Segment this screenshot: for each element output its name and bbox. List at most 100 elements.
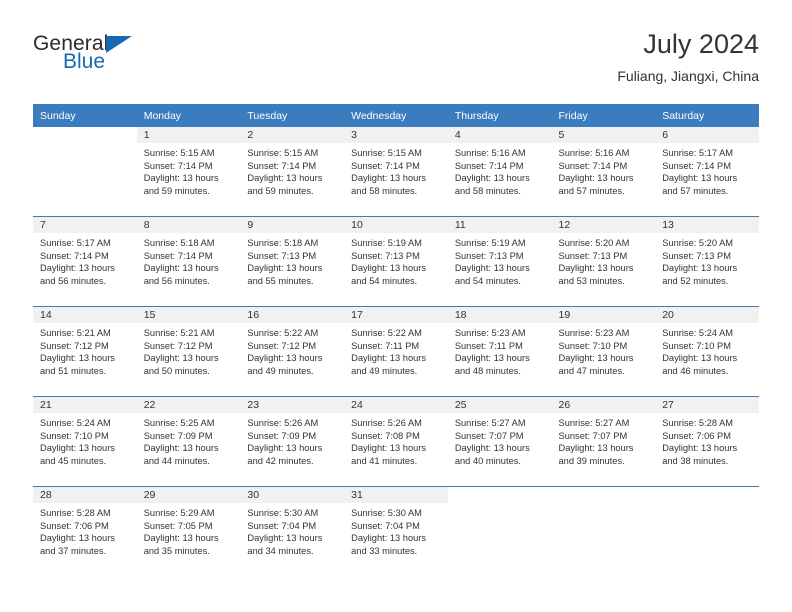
sunset-text: Sunset: 7:13 PM bbox=[247, 250, 317, 261]
calendar-day-cell[interactable]: 30 Sunrise: 5:30 AM Sunset: 7:04 PM Dayligh… bbox=[240, 486, 345, 576]
calendar-day-cell[interactable]: 11 Sunrise: 5:19 AM Sunset: 7:13 PM Dayligh… bbox=[447, 216, 552, 307]
calendar-day-cell[interactable]: 14 Sunrise: 5:21 AM Sunset: 7:12 PM Dayligh… bbox=[33, 306, 137, 397]
day-number: 7 bbox=[33, 217, 137, 233]
sunrise-text: Sunrise: 5:15 AM bbox=[351, 148, 422, 158]
day-details: Sunrise: 5:24 AM Sunset: 7:10 PM Daylight:… bbox=[655, 323, 759, 377]
day-number: 14 bbox=[33, 307, 137, 323]
day-number: 3 bbox=[344, 127, 448, 143]
day-number bbox=[551, 487, 656, 503]
calendar-day-cell[interactable]: 26 Sunrise: 5:27 AM Sunset: 7:07 PM Dayligh… bbox=[551, 396, 656, 487]
weekday-header-thursday: Thursday bbox=[447, 104, 552, 127]
daylight-text-line2: and 37 minutes. bbox=[40, 545, 107, 556]
logo-text-blue: Blue bbox=[63, 50, 106, 73]
sunrise-text: Sunrise: 5:22 AM bbox=[351, 328, 422, 338]
calendar-day-cell[interactable]: 4 Sunrise: 5:16 AM Sunset: 7:14 PM Daylight… bbox=[447, 127, 552, 217]
daylight-text-line2: and 44 minutes. bbox=[143, 455, 210, 466]
calendar-day-cell[interactable]: 16 Sunrise: 5:22 AM Sunset: 7:12 PM Dayligh… bbox=[240, 306, 345, 397]
daylight-text-line1: Daylight: 13 hours bbox=[247, 263, 323, 274]
day-number: 5 bbox=[551, 127, 656, 143]
page-title: July 2024 bbox=[643, 29, 759, 59]
daylight-text-line2: and 47 minutes. bbox=[558, 365, 625, 376]
daylight-text-line2: and 33 minutes. bbox=[351, 545, 418, 556]
calendar-day-cell[interactable]: 12 Sunrise: 5:20 AM Sunset: 7:13 PM Dayligh… bbox=[551, 216, 656, 307]
calendar-day-cell[interactable]: 28 Sunrise: 5:28 AM Sunset: 7:06 PM Dayligh… bbox=[33, 486, 137, 576]
page-subtitle: Fuliang, Jiangxi, China bbox=[617, 68, 759, 84]
calendar-day-cell[interactable]: 24 Sunrise: 5:26 AM Sunset: 7:08 PM Dayligh… bbox=[344, 396, 448, 487]
calendar-day-cell[interactable]: 5 Sunrise: 5:16 AM Sunset: 7:14 PM Daylight… bbox=[551, 127, 656, 217]
day-number: 26 bbox=[551, 397, 656, 413]
sunset-text: Sunset: 7:09 PM bbox=[143, 430, 213, 441]
general-blue-logo[interactable]: General Blue bbox=[33, 32, 233, 84]
day-number: 12 bbox=[551, 217, 656, 233]
calendar-day-cell[interactable]: 17 Sunrise: 5:22 AM Sunset: 7:11 PM Dayligh… bbox=[344, 306, 448, 397]
sunset-text: Sunset: 7:11 PM bbox=[454, 340, 523, 351]
calendar-day-cell[interactable]: 7 Sunrise: 5:17 AM Sunset: 7:14 PM Daylight… bbox=[33, 216, 137, 307]
calendar-day-cell[interactable]: 29 Sunrise: 5:29 AM Sunset: 7:05 PM Dayligh… bbox=[136, 486, 241, 576]
daylight-text-line1: Daylight: 13 hours bbox=[143, 173, 219, 184]
sunrise-text: Sunrise: 5:24 AM bbox=[40, 418, 111, 428]
daylight-text-line1: Daylight: 13 hours bbox=[143, 353, 219, 364]
daylight-text-line1: Daylight: 13 hours bbox=[247, 173, 323, 184]
daylight-text-line2: and 49 minutes. bbox=[351, 365, 418, 376]
calendar-day-cell[interactable]: 25 Sunrise: 5:27 AM Sunset: 7:07 PM Dayligh… bbox=[447, 396, 552, 487]
calendar-day-cell[interactable]: 8 Sunrise: 5:18 AM Sunset: 7:14 PM Daylight… bbox=[136, 216, 241, 307]
daylight-text-line2: and 56 minutes. bbox=[40, 275, 107, 286]
calendar-header-row: Sunday Monday Tuesday Wednesday Thursday… bbox=[33, 104, 759, 127]
weekday-header-saturday: Saturday bbox=[655, 104, 759, 127]
sunrise-text: Sunrise: 5:17 AM bbox=[40, 238, 111, 248]
calendar-day-cell[interactable]: 3 Sunrise: 5:15 AM Sunset: 7:14 PM Daylight… bbox=[344, 127, 448, 217]
day-number: 6 bbox=[655, 127, 759, 143]
daylight-text-line2: and 38 minutes. bbox=[662, 455, 729, 466]
day-number: 9 bbox=[240, 217, 345, 233]
sunset-text: Sunset: 7:13 PM bbox=[662, 250, 731, 261]
calendar-day-cell[interactable]: 10 Sunrise: 5:19 AM Sunset: 7:13 PM Dayligh… bbox=[344, 216, 448, 307]
daylight-text-line2: and 42 minutes. bbox=[247, 455, 314, 466]
calendar-day-cell[interactable]: 22 Sunrise: 5:25 AM Sunset: 7:09 PM Dayligh… bbox=[136, 396, 241, 487]
daylight-text-line1: Daylight: 13 hours bbox=[40, 263, 115, 274]
day-number: 25 bbox=[447, 397, 552, 413]
day-details: Sunrise: 5:20 AM Sunset: 7:13 PM Daylight:… bbox=[552, 233, 656, 287]
daylight-text-line2: and 50 minutes. bbox=[143, 365, 210, 376]
sunset-text: Sunset: 7:14 PM bbox=[143, 160, 213, 171]
day-details: Sunrise: 5:18 AM Sunset: 7:13 PM Daylight:… bbox=[240, 233, 344, 287]
calendar-week-row: 21 Sunrise: 5:24 AM Sunset: 7:10 PM Dayligh… bbox=[33, 396, 759, 487]
sunrise-text: Sunrise: 5:23 AM bbox=[558, 328, 630, 338]
daylight-text-line2: and 56 minutes. bbox=[143, 275, 210, 286]
daylight-text-line2: and 39 minutes. bbox=[558, 455, 625, 466]
calendar-day-cell[interactable]: 23 Sunrise: 5:26 AM Sunset: 7:09 PM Dayligh… bbox=[240, 396, 345, 487]
day-details: Sunrise: 5:28 AM Sunset: 7:06 PM Daylight:… bbox=[33, 503, 137, 557]
sunrise-text: Sunrise: 5:25 AM bbox=[143, 418, 215, 428]
daylight-text-line2: and 57 minutes. bbox=[558, 185, 625, 196]
calendar-day-cell[interactable]: 27 Sunrise: 5:28 AM Sunset: 7:06 PM Dayligh… bbox=[655, 396, 759, 487]
calendar-day-cell[interactable]: 6 Sunrise: 5:17 AM Sunset: 7:14 PM Daylight… bbox=[655, 127, 759, 217]
calendar-body: 1 Sunrise: 5:15 AM Sunset: 7:14 PM Daylight… bbox=[33, 127, 759, 576]
sunset-text: Sunset: 7:10 PM bbox=[558, 340, 628, 351]
calendar-day-cell[interactable]: 18 Sunrise: 5:23 AM Sunset: 7:11 PM Dayligh… bbox=[447, 306, 552, 397]
calendar-day-cell[interactable]: 21 Sunrise: 5:24 AM Sunset: 7:10 PM Dayligh… bbox=[33, 396, 137, 487]
sunset-text: Sunset: 7:12 PM bbox=[247, 340, 317, 351]
calendar-day-cell[interactable]: 9 Sunrise: 5:18 AM Sunset: 7:13 PM Daylight… bbox=[240, 216, 345, 307]
sunrise-text: Sunrise: 5:16 AM bbox=[558, 148, 630, 158]
sunrise-text: Sunrise: 5:28 AM bbox=[40, 508, 111, 518]
daylight-text-line1: Daylight: 13 hours bbox=[454, 353, 530, 364]
day-number bbox=[655, 487, 759, 503]
day-details: Sunrise: 5:16 AM Sunset: 7:14 PM Daylight:… bbox=[552, 143, 656, 197]
weekday-header-tuesday: Tuesday bbox=[240, 104, 345, 127]
sunset-text: Sunset: 7:07 PM bbox=[454, 430, 524, 441]
calendar-day-cell[interactable]: 15 Sunrise: 5:21 AM Sunset: 7:12 PM Dayligh… bbox=[136, 306, 241, 397]
sunrise-text: Sunrise: 5:30 AM bbox=[351, 508, 422, 518]
day-details: Sunrise: 5:21 AM Sunset: 7:12 PM Daylight:… bbox=[137, 323, 241, 377]
calendar-day-cell[interactable]: 20 Sunrise: 5:24 AM Sunset: 7:10 PM Dayligh… bbox=[655, 306, 759, 397]
calendar-day-cell[interactable]: 19 Sunrise: 5:23 AM Sunset: 7:10 PM Dayligh… bbox=[551, 306, 656, 397]
calendar-day-cell[interactable]: 31 Sunrise: 5:30 AM Sunset: 7:04 PM Dayligh… bbox=[344, 486, 448, 576]
day-number: 1 bbox=[136, 127, 241, 143]
sunset-text: Sunset: 7:12 PM bbox=[40, 340, 109, 351]
calendar-day-cell[interactable]: 13 Sunrise: 5:20 AM Sunset: 7:13 PM Dayligh… bbox=[655, 216, 759, 307]
sunset-text: Sunset: 7:04 PM bbox=[247, 520, 317, 531]
sunrise-text: Sunrise: 5:15 AM bbox=[143, 148, 215, 158]
sunrise-text: Sunrise: 5:20 AM bbox=[558, 238, 630, 248]
day-number: 2 bbox=[240, 127, 345, 143]
calendar-day-cell[interactable]: 2 Sunrise: 5:15 AM Sunset: 7:14 PM Daylight… bbox=[240, 127, 345, 217]
calendar-day-cell[interactable]: 1 Sunrise: 5:15 AM Sunset: 7:14 PM Daylight… bbox=[136, 127, 241, 217]
sunrise-text: Sunrise: 5:27 AM bbox=[454, 418, 526, 428]
